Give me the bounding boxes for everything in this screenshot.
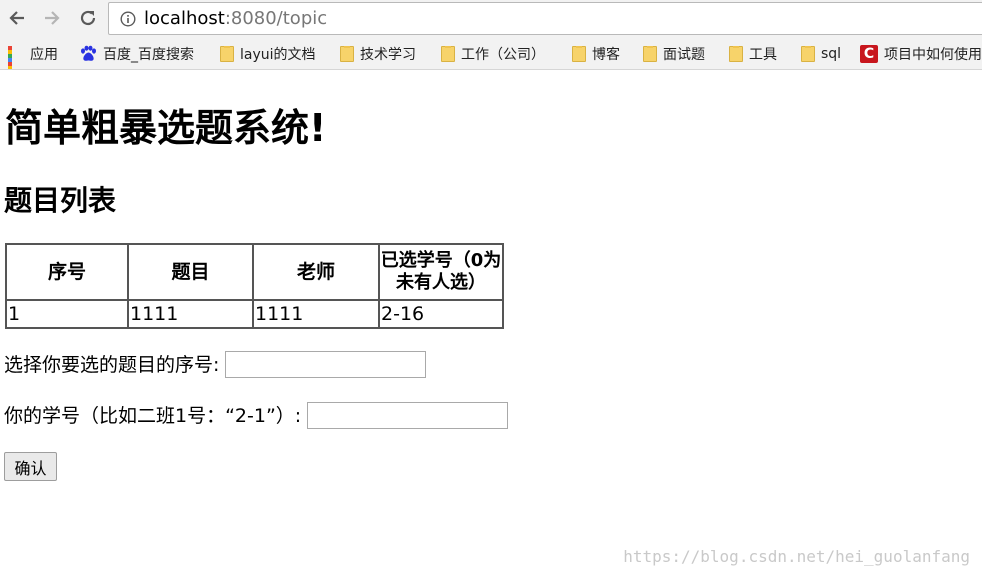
bookmark-label: 面试题: [663, 47, 705, 63]
student-id-input[interactable]: [307, 402, 509, 429]
folder-icon: [572, 46, 586, 62]
table-cell-selected-student: 2-16: [379, 300, 503, 328]
column-header-selected-student: 已选学号（0为未有人选）: [379, 244, 503, 300]
back-arrow-icon: [9, 11, 24, 25]
bookmark-work[interactable]: 工作（公司）: [441, 44, 545, 64]
bookmark-apps[interactable]: 应用: [8, 44, 58, 69]
red-c-icon: C: [860, 45, 878, 63]
bookmark-baidu[interactable]: 百度_百度搜索: [79, 44, 194, 64]
bookmark-tools[interactable]: 工具: [729, 44, 777, 64]
student-id-label: 你的学号（比如二班1号：“2-1”）:: [4, 404, 302, 427]
table-header-row: 序号 题目 老师 已选学号（0为未有人选）: [6, 244, 503, 300]
url-text[interactable]: localhost:8080/topic: [144, 8, 327, 30]
folder-icon: [729, 46, 743, 62]
table-cell-teacher: 1111: [253, 300, 379, 328]
section-title: 题目列表: [4, 184, 117, 217]
apps-grid-icon: [8, 46, 24, 69]
bookmark-label: 工作（公司）: [461, 47, 545, 63]
bookmark-label: sql: [821, 46, 842, 62]
bookmark-sql[interactable]: sql: [801, 44, 841, 64]
table-cell-topic: 1111: [128, 300, 253, 328]
bookmarks-bar: 应用 百度_百度搜索 layui的文档 技术学习 工作（公司） 博客 面试题 工…: [0, 38, 982, 70]
watermark: https://blog.csdn.net/hei_guolanfang: [623, 547, 970, 566]
bookmark-interview[interactable]: 面试题: [643, 44, 705, 64]
table-row: 1 1111 1111 2-16: [6, 300, 503, 328]
topic-select-row: 选择你要选的题目的序号:: [4, 351, 427, 378]
column-header-teacher: 老师: [253, 244, 379, 300]
back-button[interactable]: [5, 6, 29, 30]
reload-button[interactable]: [76, 6, 100, 30]
reload-icon: [80, 10, 96, 26]
bookmark-label: 百度_百度搜索: [103, 47, 194, 63]
folder-icon: [340, 46, 354, 62]
bookmark-csdn-project[interactable]: C 项目中如何使用: [860, 44, 982, 64]
browser-toolbar: localhost:8080/topic: [0, 0, 982, 38]
forward-arrow-icon: [45, 11, 60, 25]
address-bar[interactable]: localhost:8080/topic: [108, 2, 982, 35]
bookmark-tech-study[interactable]: 技术学习: [340, 44, 416, 64]
page-title: 简单粗暴选题系统!: [5, 106, 327, 150]
table-cell-index: 1: [6, 300, 128, 328]
bookmark-label: 工具: [749, 47, 777, 63]
folder-icon: [220, 46, 234, 62]
column-header-index: 序号: [6, 244, 128, 300]
bookmark-blog[interactable]: 博客: [572, 44, 620, 64]
folder-icon: [643, 46, 657, 62]
baidu-paw-icon: [81, 45, 96, 61]
folder-icon: [801, 46, 815, 62]
bookmark-label: 博客: [592, 47, 620, 63]
topic-table: 序号 题目 老师 已选学号（0为未有人选） 1 1111 1111 2-16: [5, 243, 504, 329]
bookmark-label: 项目中如何使用: [884, 47, 982, 63]
column-header-topic: 题目: [128, 244, 253, 300]
forward-button[interactable]: [40, 6, 64, 30]
bookmark-label: 技术学习: [360, 47, 416, 63]
bookmark-label: 应用: [30, 47, 58, 63]
info-icon[interactable]: [120, 11, 136, 27]
url-host: localhost: [144, 8, 225, 29]
folder-icon: [441, 46, 455, 62]
confirm-button[interactable]: 确认: [4, 452, 57, 481]
student-id-row: 你的学号（比如二班1号：“2-1”）:: [4, 402, 509, 429]
bookmark-label: layui的文档: [240, 47, 316, 63]
topic-number-label: 选择你要选的题目的序号:: [4, 353, 220, 376]
topic-number-input[interactable]: [225, 351, 427, 378]
bookmark-layui-docs[interactable]: layui的文档: [220, 44, 316, 64]
url-path: :8080/topic: [224, 8, 328, 29]
